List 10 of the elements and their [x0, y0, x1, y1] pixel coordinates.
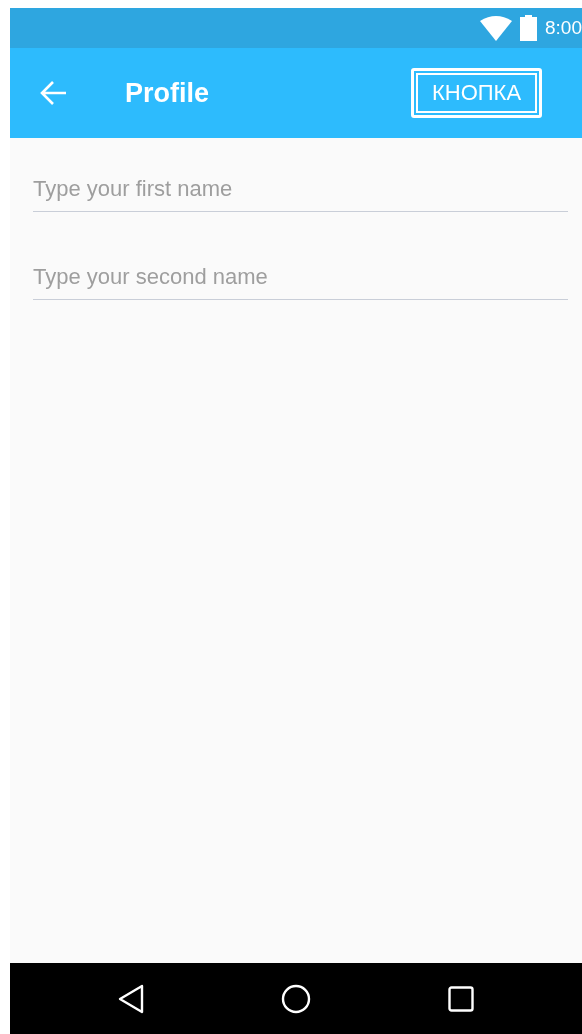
action-button[interactable]: КНОПКА — [411, 68, 542, 118]
battery-icon — [520, 15, 537, 41]
app-title: Profile — [125, 77, 211, 109]
text-field[interactable]: Type your first name — [33, 176, 568, 212]
text-field[interactable]: Type your second name — [33, 264, 568, 300]
back-icon[interactable] — [118, 983, 145, 1014]
home-icon[interactable] — [281, 983, 311, 1014]
status-time: 8:00 — [545, 17, 582, 39]
recents-icon[interactable] — [447, 985, 474, 1012]
wifi-icon — [480, 15, 512, 41]
